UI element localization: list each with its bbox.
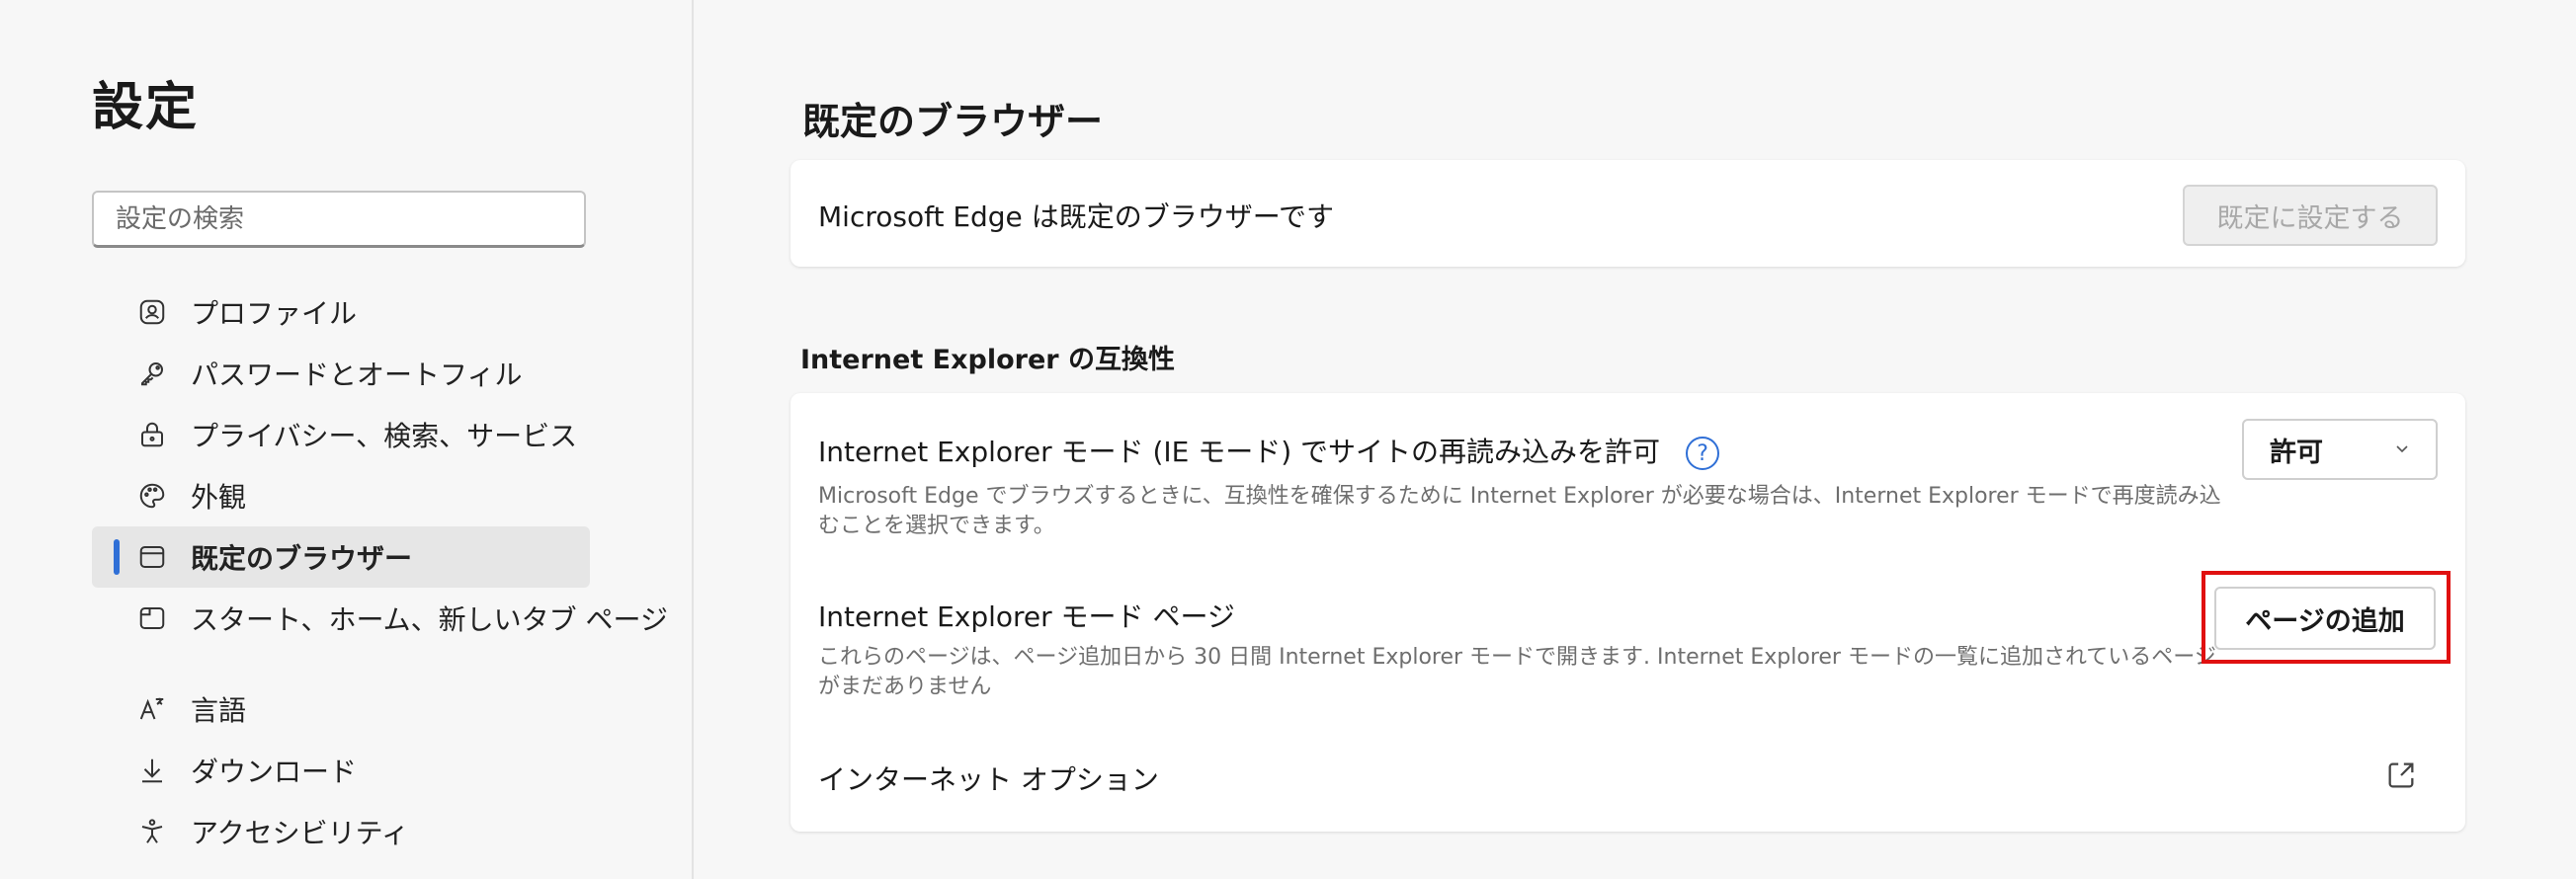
sidebar-item-label: 既定のブラウザー [191, 542, 413, 575]
sidebar-item-label: 外観 [191, 481, 247, 514]
download-icon [135, 754, 169, 787]
sidebar: 設定 プロファイル パスワードとオートフィル プライバシー、検索、サービス 外観 [0, 0, 692, 879]
sidebar-item-label: 言語 [191, 694, 247, 727]
profile-icon [135, 295, 169, 329]
language-icon [135, 692, 169, 726]
sidebar-nav: プロファイル パスワードとオートフィル プライバシー、検索、サービス 外観 既定… [92, 281, 685, 862]
sidebar-item-label: プロファイル [191, 297, 358, 330]
active-indicator [114, 539, 120, 575]
lock-icon [135, 418, 169, 451]
external-link-icon[interactable] [2384, 759, 2418, 792]
ie-pages-description: これらのページは、ページ追加日から 30 日間 Internet Explore… [818, 645, 2216, 699]
sidebar-item-privacy[interactable]: プライバシー、検索、サービス [92, 404, 685, 465]
ie-reload-selected-value: 許可 [2270, 437, 2323, 468]
ie-pages-title: Internet Explorer モード ページ [818, 600, 1235, 633]
ie-reload-description: Microsoft Edge でブラウズするときに、互換性を確保するために In… [818, 484, 2221, 538]
palette-icon [135, 479, 169, 513]
sidebar-item-accessibility[interactable]: アクセシビリティ [92, 801, 685, 862]
sidebar-item-appearance[interactable]: 外観 [92, 465, 685, 526]
default-browser-status: Microsoft Edge は既定のブラウザーです [818, 200, 1335, 233]
sidebar-item-start-home-newtab[interactable]: スタート、ホーム、新しいタブ ページ [92, 588, 685, 649]
browser-icon [135, 540, 169, 574]
sidebar-item-profile[interactable]: プロファイル [92, 281, 685, 343]
sidebar-item-default-browser[interactable]: 既定のブラウザー [92, 526, 590, 588]
ie-reload-title-text: Internet Explorer モード (IE モード) でサイトの再読み込… [818, 436, 1661, 468]
ie-reload-title: Internet Explorer モード (IE モード) でサイトの再読み込… [818, 431, 1720, 470]
sidebar-item-passwords[interactable]: パスワードとオートフィル [92, 343, 685, 404]
sidebar-item-label: パスワードとオートフィル [191, 359, 523, 391]
sidebar-divider [692, 0, 694, 879]
sidebar-title: 設定 [92, 78, 200, 137]
add-page-button[interactable]: ページの追加 [2214, 587, 2436, 650]
key-icon [135, 357, 169, 390]
sidebar-item-label: ダウンロード [191, 756, 358, 788]
set-default-button[interactable]: 既定に設定する [2183, 185, 2438, 246]
internet-options-label[interactable]: インターネット オプション [818, 759, 1159, 798]
home-tab-icon [135, 601, 169, 635]
accessibility-icon [135, 815, 169, 848]
chevron-down-icon [2392, 435, 2412, 465]
sidebar-item-label: スタート、ホーム、新しいタブ ページ [191, 603, 668, 636]
page-title: 既定のブラウザー [802, 100, 1104, 143]
settings-search-input[interactable] [92, 191, 586, 248]
ie-reload-select[interactable]: 許可 [2242, 419, 2438, 480]
sidebar-item-label: プライバシー、検索、サービス [191, 420, 578, 452]
ie-compat-heading: Internet Explorer の互換性 [800, 345, 1175, 375]
sidebar-item-downloads[interactable]: ダウンロード [92, 740, 685, 801]
sidebar-item-languages[interactable]: 言語 [92, 679, 685, 740]
ie-compat-card: Internet Explorer モード (IE モード) でサイトの再読み込… [790, 393, 2465, 832]
sidebar-item-label: アクセシビリティ [191, 817, 409, 849]
default-browser-card: Microsoft Edge は既定のブラウザーです 既定に設定する [790, 160, 2465, 267]
help-icon[interactable]: ? [1686, 437, 1720, 470]
